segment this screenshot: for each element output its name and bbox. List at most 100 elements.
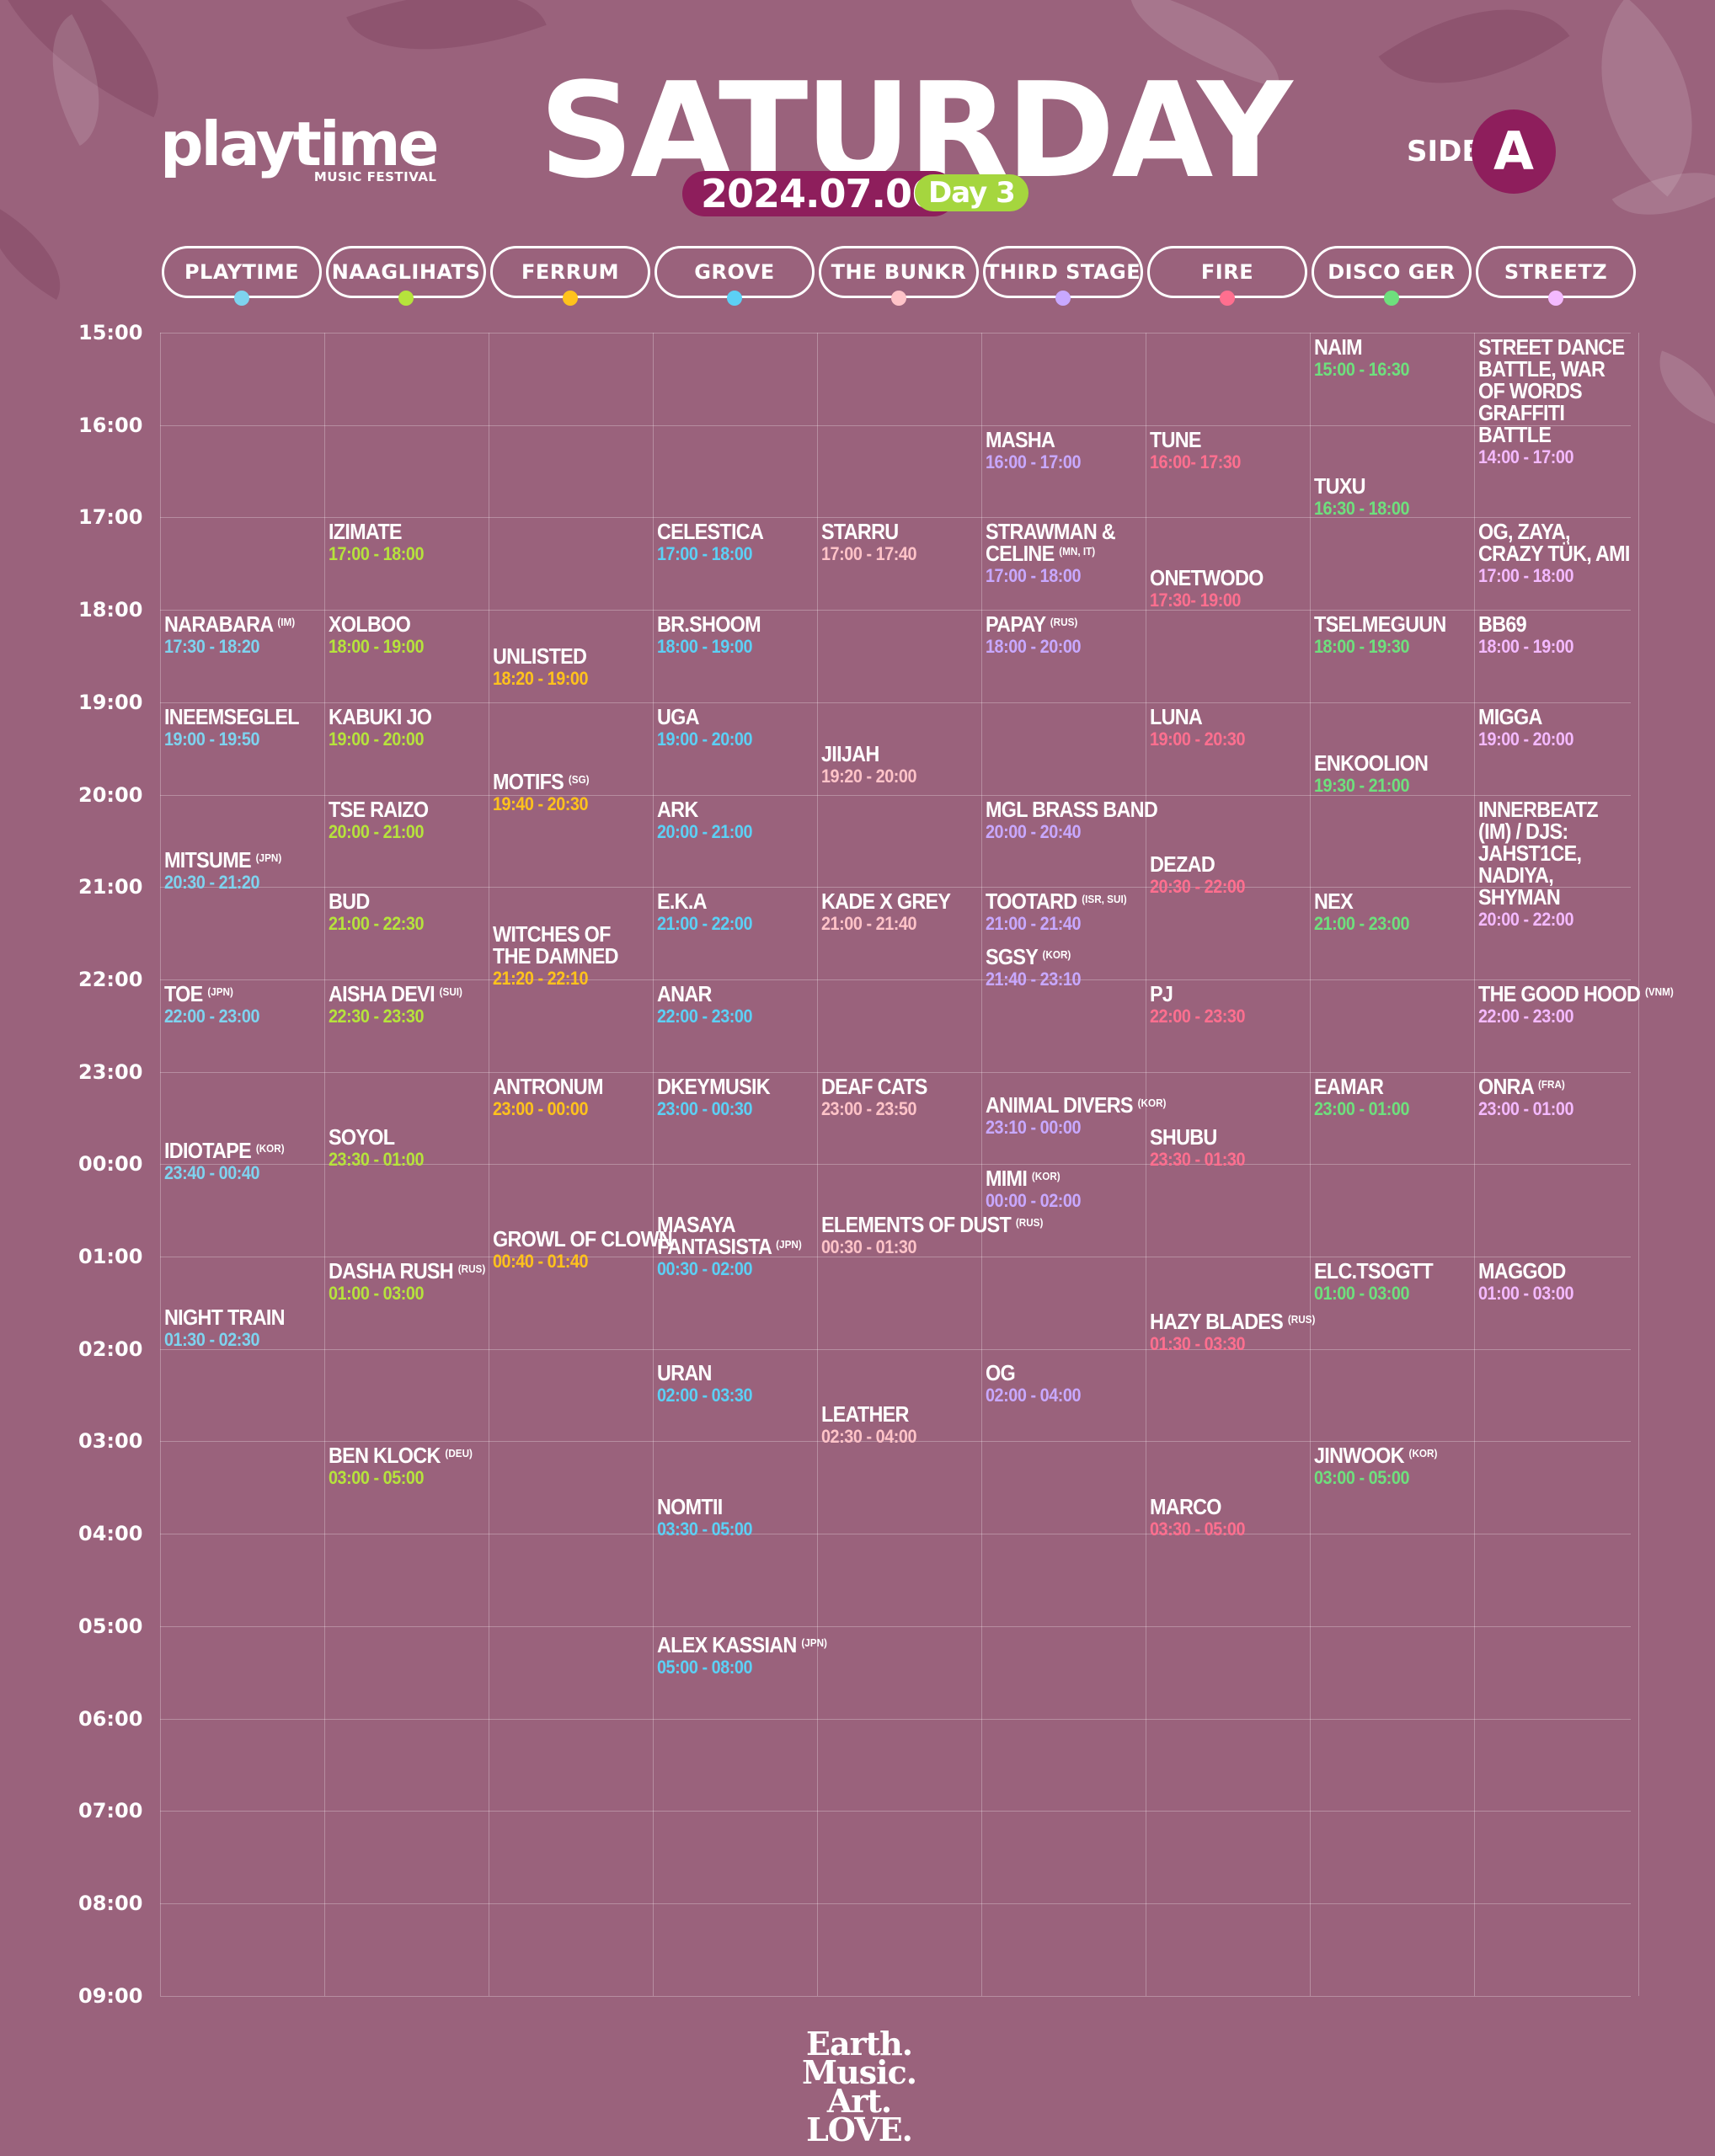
act-name: PJ [1150, 983, 1290, 1005]
act-entry: THE GOOD HOOD (VNM) 22:00 - 23:00 [1478, 983, 1674, 1028]
act-time: 19:00 - 20:00 [329, 728, 425, 750]
act-time: 03:30 - 05:00 [1150, 1518, 1246, 1540]
act-country-tag: (KOR) [1408, 1447, 1438, 1460]
act-name: TOE (JPN) [164, 983, 305, 1005]
act-time: 17:00 - 18:00 [1478, 565, 1574, 587]
act-entry: ANAR 22:00 - 23:00 [657, 983, 814, 1028]
act-name-text: MGL BRASS BAND [986, 796, 1158, 822]
stage-name: FERRUM [521, 260, 620, 284]
act-name-text: XOLBOO [329, 611, 411, 638]
stage-color-dot [1548, 291, 1563, 306]
act-name: TOOTARD (ISR, SUI) [986, 890, 1127, 912]
act-entry: ARK 20:00 - 21:00 [657, 798, 814, 844]
act-name: JIIJAH [821, 743, 962, 765]
stage-name: THE BUNKR [831, 260, 967, 284]
grid-hline [160, 702, 1631, 703]
act-name: NOMTII [657, 1496, 798, 1518]
act-name-text: OG [986, 1359, 1016, 1385]
act-entry: TSE RAIZO 20:00 - 21:00 [329, 798, 485, 844]
act-entry: SGSY (KOR) 21:40 - 23:10 [986, 946, 1142, 991]
act-name: IDIOTAPE (KOR) [164, 1139, 305, 1161]
act-name-text: NIGHT TRAIN [164, 1304, 286, 1330]
act-name-text: LUNA [1150, 703, 1203, 729]
act-country-tag: (JPN) [207, 985, 233, 998]
footer-line-1: Earth. Music. [802, 2025, 917, 2091]
act-name-text: SGSY [986, 944, 1038, 970]
act-name-text: ARK [657, 796, 698, 822]
time-label: 09:00 [78, 1983, 143, 2008]
time-label: 02:00 [78, 1337, 143, 1361]
act-name: DASHA RUSH (RUS) [329, 1260, 485, 1282]
act-time: 03:00 - 05:00 [1314, 1467, 1410, 1489]
act-entry: PJ 22:00 - 23:30 [1150, 983, 1306, 1028]
festival-logo: playtime MUSIC FESTIVAL [160, 114, 439, 184]
act-name: STARRU [821, 520, 962, 542]
act-entry: NOMTII 03:30 - 05:00 [657, 1496, 814, 1541]
time-label: 03:00 [78, 1429, 143, 1454]
act-time: 20:30 - 21:20 [164, 871, 260, 893]
act-name: TUXU [1314, 475, 1455, 497]
act-name-text: E.K.A [657, 889, 708, 915]
act-name: NIGHT TRAIN [164, 1306, 305, 1328]
act-entry: PAPAY (RUS) 18:00 - 20:00 [986, 613, 1142, 659]
act-name-text: ANAR [657, 980, 712, 1006]
footer-logo: Earth. Music. Art. LOVE. [783, 2025, 935, 2146]
stage-color-dot [727, 291, 742, 306]
logo-subtitle: MUSIC FESTIVAL [313, 169, 437, 184]
act-time: 22:00 - 23:00 [164, 1005, 260, 1027]
act-name: ENKOOLION [1314, 752, 1455, 774]
act-country-tag: (SG) [568, 772, 590, 786]
act-time: 21:00 - 21:40 [986, 913, 1082, 935]
act-name-text: ONETWODO [1150, 565, 1264, 591]
stage-header-grove: GROVE [654, 246, 815, 306]
act-time: 15:00 - 16:30 [1314, 359, 1410, 380]
act-entry: MITSUME (JPN) 20:30 - 21:20 [164, 849, 321, 894]
act-name-text: WITCHES OF THE DAMNED [493, 921, 619, 969]
act-name: ELEMENTS OF DUST (RUS) [821, 1214, 1043, 1235]
act-entry: GROWL OF CLOWN 00:40 - 01:40 [493, 1228, 673, 1273]
act-time: 19:20 - 20:00 [821, 765, 917, 787]
act-time: 03:00 - 05:00 [329, 1467, 425, 1489]
act-country-tag: (RUS) [1015, 1216, 1044, 1230]
act-time: 23:40 - 00:40 [164, 1162, 260, 1184]
act-time: 14:00 - 17:00 [1478, 446, 1574, 467]
act-country-tag: (JPN) [255, 851, 282, 864]
act-entry: BR.SHOOM 18:00 - 19:00 [657, 613, 814, 659]
act-time: 20:00 - 21:00 [657, 820, 753, 842]
act-time: 23:10 - 00:00 [986, 1116, 1082, 1138]
act-name: GROWL OF CLOWN [493, 1228, 673, 1250]
act-entry: CELESTICA 17:00 - 18:00 [657, 520, 814, 566]
act-time: 01:00 - 03:00 [1478, 1283, 1574, 1304]
act-name-text: CELESTICA [657, 519, 764, 545]
time-label: 21:00 [78, 875, 143, 899]
act-time: 17:00 - 17:40 [821, 543, 917, 565]
act-entry: NAIM 15:00 - 16:30 [1314, 336, 1471, 382]
act-name: E.K.A [657, 890, 798, 912]
act-time: 22:30 - 23:30 [329, 1005, 425, 1027]
grid-hline [160, 1718, 1631, 1720]
act-name: LEATHER [821, 1403, 962, 1425]
act-entry: DKEYMUSIK 23:00 - 00:30 [657, 1075, 814, 1121]
act-time: 21:00 - 21:40 [821, 913, 917, 935]
act-entry: ELEMENTS OF DUST (RUS) 00:30 - 01:30 [821, 1214, 1043, 1259]
stage-color-dot [1055, 291, 1071, 306]
act-name: SOYOL [329, 1126, 469, 1148]
grid-hline [160, 1348, 1631, 1350]
act-name-text: UNLISTED [493, 643, 587, 670]
act-entry: BB69 18:00 - 19:00 [1478, 613, 1635, 659]
act-name: BB69 [1478, 613, 1619, 635]
act-name: OG, ZAYA, CRAZY TÜK, AMI [1478, 520, 1634, 564]
grid-hline [160, 1903, 1631, 1904]
stage-color-dot [234, 291, 249, 306]
act-time: 23:00 - 00:00 [493, 1097, 589, 1119]
stage-header-third-stage: THIRD STAGE [983, 246, 1143, 306]
act-entry: STARRU 17:00 - 17:40 [821, 520, 978, 566]
act-time: 01:00 - 03:00 [1314, 1283, 1410, 1304]
grid-vline [817, 333, 818, 1996]
grid-hline [160, 887, 1631, 889]
grid-vline [1474, 333, 1475, 1996]
act-time: 17:30 - 18:20 [164, 636, 260, 658]
stage-name: STREETZ [1504, 260, 1608, 284]
grid-vline [324, 333, 325, 1996]
act-country-tag: (VNM) [1644, 985, 1674, 998]
